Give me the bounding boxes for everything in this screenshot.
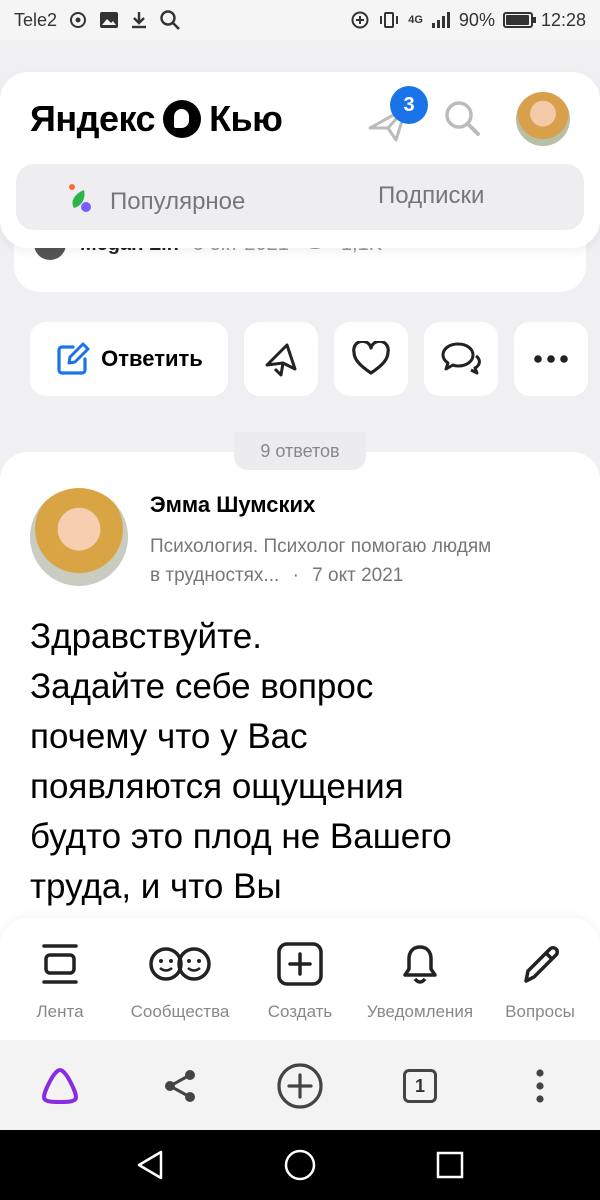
- answer-text[interactable]: Здравствуйте. Задайте себе вопрос почему…: [30, 612, 580, 912]
- communities-icon: [120, 940, 240, 988]
- home-button[interactable]: [282, 1147, 318, 1183]
- bottom-nav: Лента Сообщества Создать Уведомления Воп…: [0, 918, 600, 1042]
- nav-create[interactable]: Создать: [240, 940, 360, 1022]
- notifications-badge: 3: [390, 86, 428, 124]
- data-saver-icon: [350, 10, 370, 30]
- pencil-icon: [480, 940, 600, 988]
- answer-line: Задайте себе вопрос: [30, 667, 374, 706]
- answer-button-label: Ответить: [101, 346, 203, 371]
- answer-author-bio: Психология. Психолог помогаю людям в тру…: [150, 532, 570, 590]
- feed-tabs: Популярное Подписки: [16, 164, 584, 230]
- share-button[interactable]: [244, 322, 318, 396]
- feed-icon: [0, 940, 120, 988]
- tabs-button[interactable]: 1: [396, 1062, 444, 1110]
- clock: 12:28: [540, 9, 586, 30]
- battery-level: [505, 15, 530, 25]
- home-icon: [284, 1149, 316, 1181]
- profile-avatar[interactable]: [516, 92, 570, 146]
- search-button[interactable]: [442, 98, 482, 143]
- search-status-icon: [159, 9, 181, 31]
- system-nav-bar: [0, 1130, 600, 1200]
- logo-mark-icon: [163, 100, 202, 138]
- nav-notifications[interactable]: Уведомления: [360, 940, 480, 1022]
- app-header: Яндекс Кью Популярное Подписки: [0, 72, 600, 248]
- plus-circle-icon: [277, 1063, 323, 1109]
- tab-count: 1: [403, 1069, 437, 1103]
- share-page-button[interactable]: [156, 1062, 204, 1110]
- battery-percent: 90%: [458, 9, 495, 30]
- battery-icon: [502, 12, 536, 28]
- comments-button[interactable]: [424, 322, 498, 396]
- browser-menu-button[interactable]: [516, 1062, 564, 1110]
- answer-button[interactable]: Ответить: [30, 322, 228, 396]
- answer-author-name[interactable]: Эмма Шумских: [150, 492, 315, 518]
- browser-toolbar: 1: [0, 1040, 600, 1130]
- alice-button[interactable]: [36, 1062, 84, 1110]
- vertical-dots-icon: [536, 1069, 544, 1103]
- meta-separator: ·: [292, 565, 299, 586]
- recents-button[interactable]: [432, 1147, 468, 1183]
- bell-icon: [360, 940, 480, 988]
- tab-subscriptions-label: Подписки: [378, 182, 485, 209]
- share-plane-icon: [265, 343, 297, 377]
- answer-card: Эмма Шумских Психология. Психолог помога…: [0, 452, 600, 972]
- edit-icon: [57, 342, 90, 375]
- more-button[interactable]: [514, 322, 588, 396]
- back-icon: [137, 1150, 163, 1180]
- new-tab-button[interactable]: [276, 1062, 324, 1110]
- nav-questions[interactable]: Вопросы: [480, 940, 600, 1022]
- nav-feed[interactable]: Лента: [0, 940, 120, 1022]
- comments-icon: [441, 342, 481, 375]
- signal-icon: [431, 11, 451, 29]
- nav-notifications-label: Уведомления: [366, 1002, 474, 1021]
- like-button[interactable]: [334, 322, 408, 396]
- answer-line: почему что у Вас: [30, 717, 308, 756]
- tab-subscriptions[interactable]: Подписки: [378, 182, 484, 210]
- status-right: 4G 90% 12:28: [350, 10, 586, 31]
- share-icon: [165, 1070, 195, 1102]
- back-button[interactable]: [132, 1147, 168, 1183]
- answer-line: Здравствуйте.: [30, 617, 262, 656]
- nav-communities[interactable]: Сообщества: [120, 940, 240, 1022]
- alice-icon: [42, 1068, 78, 1104]
- answer-line: труда, и что Вы: [30, 867, 282, 906]
- network-label: 4G: [408, 14, 423, 26]
- status-left: Tele2: [14, 9, 181, 31]
- answer-line: будто это плод не Вашего: [30, 817, 452, 856]
- carrier-label: Tele2: [14, 9, 58, 30]
- answer-date: 7 окт 2021: [312, 565, 404, 586]
- nav-communities-label: Сообщества: [130, 1002, 230, 1021]
- status-bar: Tele2 4G 90% 12:28: [0, 0, 600, 40]
- create-icon: [240, 940, 360, 988]
- vibrate-icon: [378, 10, 400, 30]
- nav-questions-label: Вопросы: [505, 1002, 575, 1021]
- yandex-q-logo[interactable]: Яндекс Кью: [30, 98, 283, 140]
- download-icon: [129, 10, 149, 30]
- answer-author-avatar[interactable]: [30, 488, 128, 586]
- answer-line: появляются ощущения: [30, 767, 404, 806]
- recents-icon: [436, 1151, 464, 1179]
- nav-create-label: Создать: [267, 1002, 333, 1021]
- tab-popular-label: Популярное: [110, 187, 246, 215]
- bio-line-1: Психология. Психолог помогаю людям: [150, 536, 492, 557]
- bio-line-2-text: в трудностях...: [150, 565, 280, 586]
- bio-line-2: в трудностях... · 7 окт 2021: [150, 561, 570, 590]
- heart-icon: [352, 341, 390, 375]
- tab-popular[interactable]: Популярное: [64, 182, 245, 221]
- search-icon: [445, 101, 480, 136]
- popular-flame-icon: [64, 182, 96, 221]
- logo-text-q: Кью: [209, 98, 283, 139]
- question-actions: Ответить: [0, 322, 600, 396]
- gallery-icon: [99, 11, 119, 29]
- answers-count-pill: 9 ответов: [234, 432, 366, 470]
- logo-text-yandex: Яндекс: [30, 98, 156, 139]
- nav-feed-label: Лента: [36, 1002, 84, 1021]
- radio-icon: [67, 10, 89, 30]
- more-dots-icon: [534, 355, 568, 363]
